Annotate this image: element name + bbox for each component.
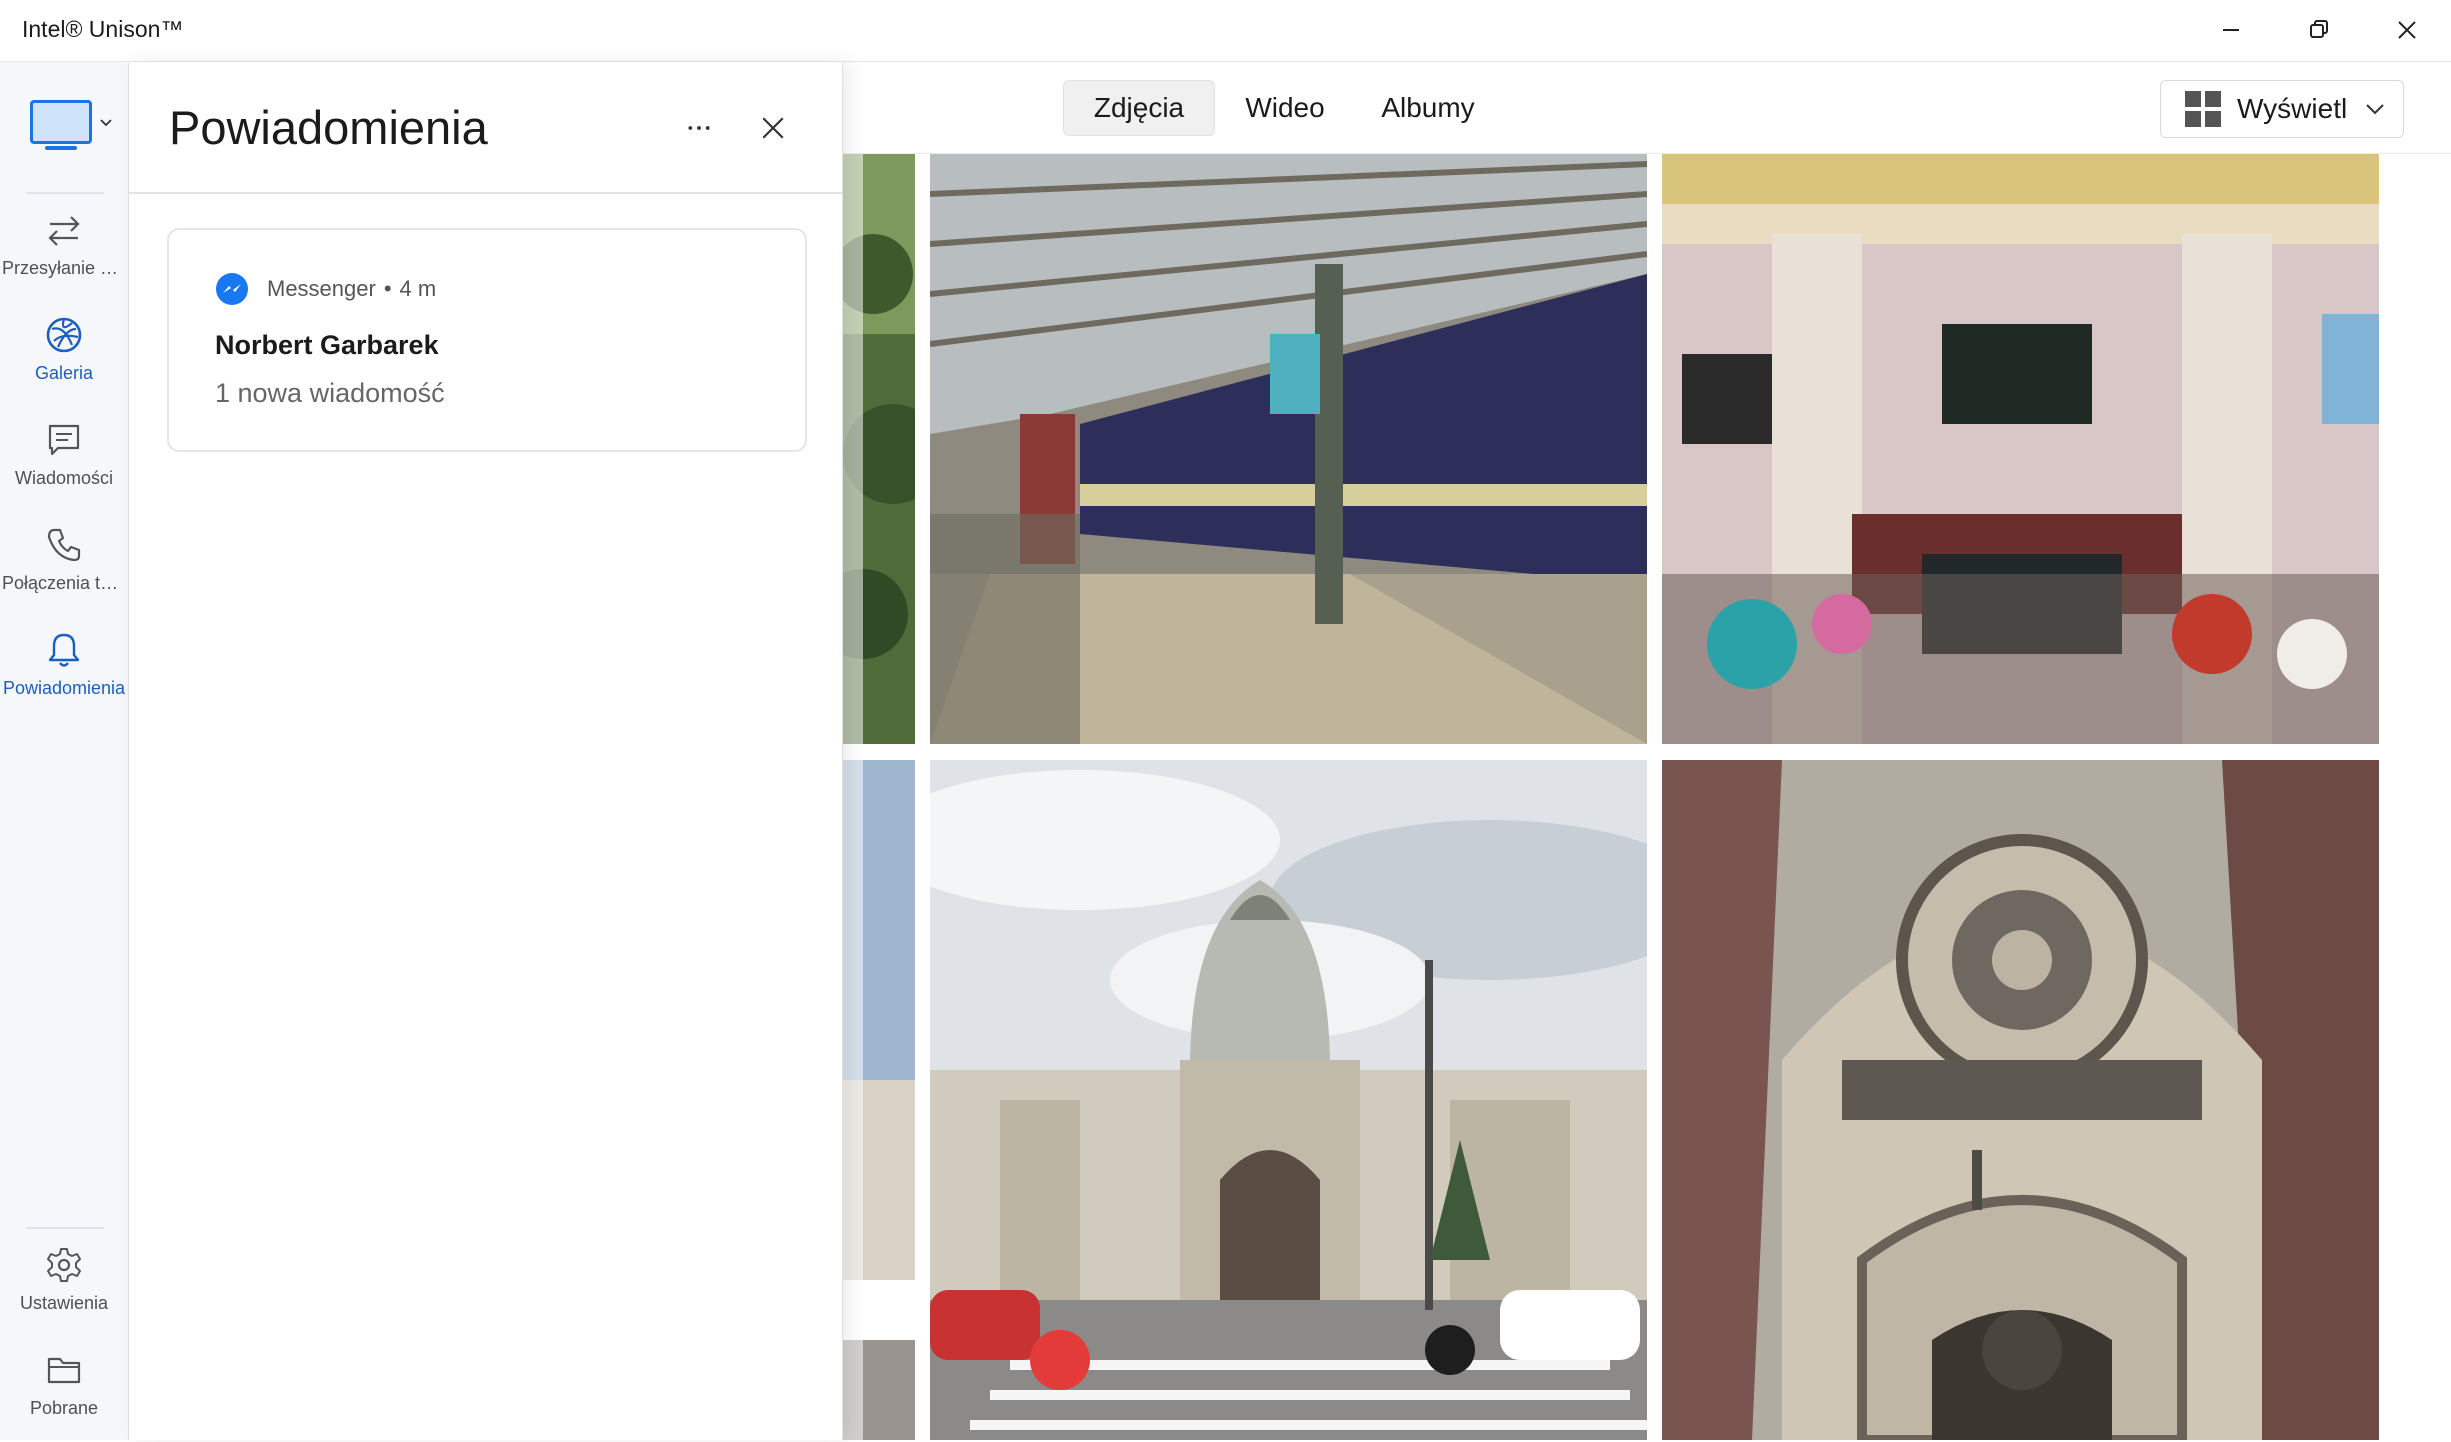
title-bar: Intel® Unison™	[0, 0, 2451, 62]
chevron-down-icon	[100, 119, 112, 127]
messenger-icon	[216, 273, 248, 305]
photo-thumbnail[interactable]	[1662, 154, 2379, 744]
tab-albums[interactable]: Albumy	[1363, 80, 1493, 136]
phone-icon	[47, 528, 81, 562]
close-icon	[762, 117, 784, 139]
notification-sender: Norbert Garbarek	[215, 330, 439, 360]
gallery-icon	[46, 317, 82, 353]
view-options-label: Wyświetl	[2237, 93, 2348, 124]
photo-thumbnail[interactable]	[843, 154, 915, 744]
notification-header: Messenger • 4 m	[215, 272, 436, 306]
notification-app-name: Messenger	[267, 276, 376, 301]
bell-icon	[48, 633, 80, 667]
sidebar-item-gallery[interactable]: Galeria	[0, 307, 128, 407]
panel-divider	[129, 192, 843, 194]
close-icon	[2398, 21, 2416, 39]
nav-rail: Przesyłanie plików Galeria Wiadomości Po…	[0, 62, 129, 1440]
rail-divider	[26, 192, 104, 194]
gallery-toolbar: Zdjęcia Wideo Albumy Wyświetl	[843, 62, 2451, 154]
rail-divider	[26, 1227, 104, 1229]
close-panel-button[interactable]	[745, 106, 801, 150]
notification-time: 4 m	[399, 276, 437, 301]
tab-video[interactable]: Wideo	[1230, 80, 1340, 136]
restore-button[interactable]	[2275, 0, 2363, 60]
sidebar-item-label: Wiadomości	[14, 468, 114, 488]
notifications-panel: Powiadomienia Messenger • 4 m Norbert Ga…	[129, 62, 843, 1440]
restore-icon	[2310, 20, 2328, 38]
sidebar-item-downloads[interactable]: Pobrane	[0, 1342, 128, 1442]
notification-separator: •	[383, 276, 392, 301]
sidebar-item-label: Przesyłanie plików	[2, 258, 126, 278]
view-options-button[interactable]: Wyświetl	[2160, 80, 2404, 138]
chevron-down-icon	[2366, 104, 2384, 115]
tab-photos[interactable]: Zdjęcia	[1063, 80, 1215, 136]
more-options-button[interactable]	[671, 106, 727, 150]
photo-thumbnail[interactable]	[930, 760, 1647, 1440]
app-title: Intel® Unison™	[22, 16, 184, 42]
sidebar-item-label: Połączenia telefoniczne	[2, 573, 126, 593]
photo-thumbnail[interactable]	[930, 154, 1647, 744]
panel-title: Powiadomienia	[169, 101, 488, 154]
minimize-icon	[2223, 29, 2239, 31]
transfer-arrows-icon	[48, 216, 80, 246]
sidebar-item-calls[interactable]: Połączenia telefoniczne	[0, 517, 128, 617]
sidebar-item-label: Galeria	[34, 363, 94, 383]
grid-view-icon	[2185, 91, 2221, 127]
laptop-icon	[30, 100, 92, 150]
sidebar-item-notifications[interactable]: Powiadomienia	[0, 622, 128, 722]
minimize-button[interactable]	[2187, 0, 2275, 60]
more-dots-icon	[688, 126, 710, 130]
photo-thumbnail[interactable]	[843, 760, 915, 1440]
notification-message: 1 nowa wiadomość	[215, 378, 445, 408]
folder-icon	[47, 1357, 81, 1384]
sidebar-item-file-transfer[interactable]: Przesyłanie plików	[0, 202, 128, 302]
close-window-button[interactable]	[2363, 0, 2451, 60]
photo-thumbnail[interactable]	[1662, 760, 2379, 1440]
sidebar-item-label: Pobrane	[29, 1398, 99, 1418]
device-selector[interactable]	[30, 92, 116, 152]
sidebar-item-label: Ustawienia	[19, 1293, 109, 1313]
sidebar-item-label: Powiadomienia	[2, 678, 126, 698]
gear-icon	[47, 1248, 81, 1282]
chat-icon	[48, 424, 80, 456]
notification-card[interactable]: Messenger • 4 m Norbert Garbarek 1 nowa …	[167, 228, 807, 452]
sidebar-item-settings[interactable]: Ustawienia	[0, 1237, 128, 1337]
sidebar-item-messages[interactable]: Wiadomości	[0, 412, 128, 512]
